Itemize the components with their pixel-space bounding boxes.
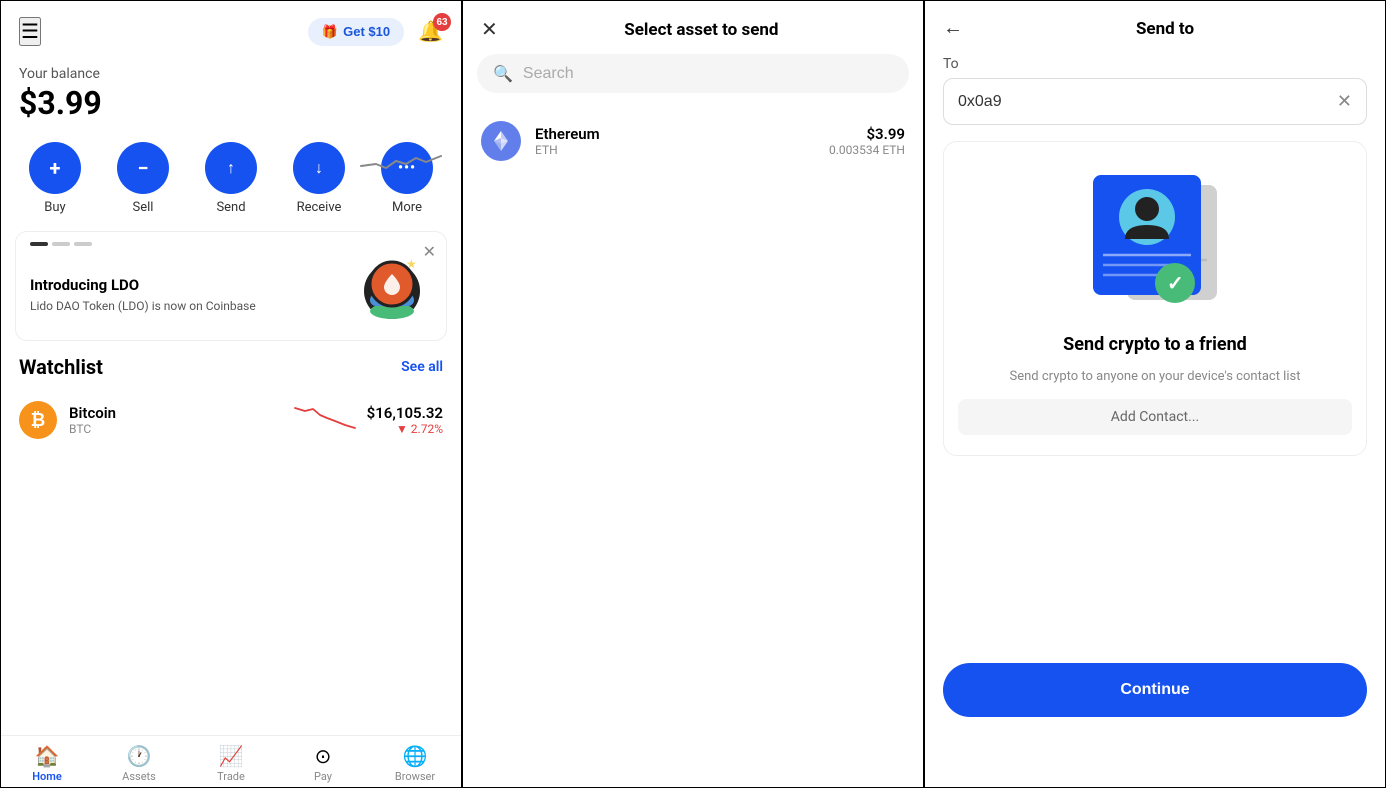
promo-desc: Lido DAO Token (LDO) is now on Coinbase <box>30 298 256 315</box>
balance-label: Your balance <box>19 66 443 82</box>
search-input[interactable] <box>523 65 893 83</box>
btc-chart <box>295 403 355 437</box>
left-header: ☰ 🎁 Get $10 🔔 63 <box>1 1 461 56</box>
promo-dots <box>30 242 92 246</box>
mid-panel: ✕ Select asset to send 🔍 Ethereum ETH $3… <box>462 0 924 788</box>
promo-title: Introducing LDO <box>30 276 256 294</box>
see-all-link[interactable]: See all <box>401 359 443 375</box>
clear-input-button[interactable]: ✕ <box>1337 91 1352 112</box>
nav-home[interactable]: 🏠 Home <box>1 744 93 783</box>
eth-amount: 0.003534 ETH <box>829 143 905 157</box>
home-icon: 🏠 <box>35 744 60 768</box>
nav-browser[interactable]: 🌐 Browser <box>369 744 461 783</box>
dot-1 <box>30 242 48 246</box>
nav-assets-label: Assets <box>122 770 156 783</box>
nav-home-label: Home <box>32 770 62 783</box>
eth-icon <box>481 121 521 161</box>
browser-icon: 🌐 <box>403 744 428 768</box>
nav-trade[interactable]: 📈 Trade <box>185 744 277 783</box>
btc-icon: ₿ <box>19 401 57 439</box>
menu-button[interactable]: ☰ <box>19 17 41 46</box>
send-icon: ↑ <box>205 142 257 194</box>
right-header: ← Send to <box>925 1 1385 52</box>
eth-name: Ethereum <box>535 125 815 143</box>
buy-icon: + <box>29 142 81 194</box>
continue-button[interactable]: Continue <box>943 663 1367 717</box>
svg-text:✓: ✓ <box>1167 271 1184 295</box>
friend-card-title: Send crypto to a friend <box>1063 334 1247 355</box>
header-right: 🎁 Get $10 🔔 63 <box>308 18 443 46</box>
balance-section: Your balance $3.99 <box>1 56 461 138</box>
dot-3 <box>74 242 92 246</box>
promo-card: ✕ Introducing LDO Lido DAO Token (LDO) i… <box>15 231 447 341</box>
to-label: To <box>925 52 1385 78</box>
btc-price: $16,105.32 <box>367 404 443 422</box>
btc-row[interactable]: ₿ Bitcoin BTC $16,105.32 ▼ 2.72% <box>19 391 443 449</box>
left-panel: ☰ 🎁 Get $10 🔔 63 Your balance $3.99 + Bu… <box>0 0 462 788</box>
receive-icon: ↓ <box>293 142 345 194</box>
nav-browser-label: Browser <box>395 770 435 783</box>
mid-header: ✕ Select asset to send <box>463 1 923 54</box>
sell-button[interactable]: − Sell <box>117 142 169 215</box>
eth-price-area: $3.99 0.003534 ETH <box>829 125 905 157</box>
send-button[interactable]: ↑ Send <box>205 142 257 215</box>
ldo-illustration: ★ <box>352 246 432 326</box>
dot-2 <box>52 242 70 246</box>
buy-button[interactable]: + Buy <box>29 142 81 215</box>
friend-card: ✓ Send crypto to a friend Send crypto to… <box>943 141 1367 456</box>
mid-title: Select asset to send <box>498 20 905 40</box>
friend-card-desc: Send crypto to anyone on your device's c… <box>1010 367 1301 387</box>
promo-close-button[interactable]: ✕ <box>423 242 436 262</box>
friend-illustration: ✓ <box>1075 162 1235 322</box>
search-bar[interactable]: 🔍 <box>477 54 909 93</box>
balance-chart <box>361 146 441 185</box>
eth-ticker: ETH <box>535 143 815 157</box>
trade-icon: 📈 <box>219 744 244 768</box>
eth-info: Ethereum ETH <box>535 125 815 157</box>
search-icon: 🔍 <box>493 64 513 83</box>
to-input-wrap[interactable]: ✕ <box>943 78 1367 125</box>
nav-pay-label: Pay <box>314 770 332 783</box>
get-money-button[interactable]: 🎁 Get $10 <box>308 18 404 46</box>
sell-icon: − <box>117 142 169 194</box>
right-panel: ← Send to To ✕ <box>924 0 1386 788</box>
btc-price-area: $16,105.32 ▼ 2.72% <box>367 404 443 436</box>
balance-amount: $3.99 <box>19 84 443 122</box>
btc-info: Bitcoin BTC <box>69 404 283 436</box>
back-button[interactable]: ← <box>943 17 963 40</box>
nav-trade-label: Trade <box>217 770 245 783</box>
nav-assets[interactable]: 🕐 Assets <box>93 744 185 783</box>
btc-name: Bitcoin <box>69 404 283 422</box>
btc-ticker: BTC <box>69 422 283 436</box>
to-address-input[interactable] <box>958 93 1329 111</box>
add-contact-hint: Add Contact... <box>958 399 1352 435</box>
btc-change: ▼ 2.72% <box>367 422 443 436</box>
gift-icon: 🎁 <box>322 24 338 40</box>
nav-pay[interactable]: ⊙ Pay <box>277 744 369 783</box>
watchlist-title: Watchlist <box>19 355 103 379</box>
assets-icon: 🕐 <box>127 744 152 768</box>
svg-text:★: ★ <box>406 257 417 271</box>
pay-icon: ⊙ <box>315 744 332 768</box>
right-title: Send to <box>963 19 1367 39</box>
notification-badge: 63 <box>433 13 451 31</box>
eth-row[interactable]: Ethereum ETH $3.99 0.003534 ETH <box>463 109 923 173</box>
bottom-nav: 🏠 Home 🕐 Assets 📈 Trade ⊙ Pay 🌐 Browser <box>1 735 461 787</box>
eth-price: $3.99 <box>829 125 905 143</box>
receive-button[interactable]: ↓ Receive <box>293 142 345 215</box>
watchlist-section: Watchlist See all ₿ Bitcoin BTC $16,105.… <box>1 355 461 449</box>
notifications-button[interactable]: 🔔 63 <box>418 19 443 44</box>
promo-text: Introducing LDO Lido DAO Token (LDO) is … <box>30 276 256 315</box>
watchlist-header: Watchlist See all <box>19 355 443 379</box>
close-button[interactable]: ✕ <box>481 17 498 42</box>
